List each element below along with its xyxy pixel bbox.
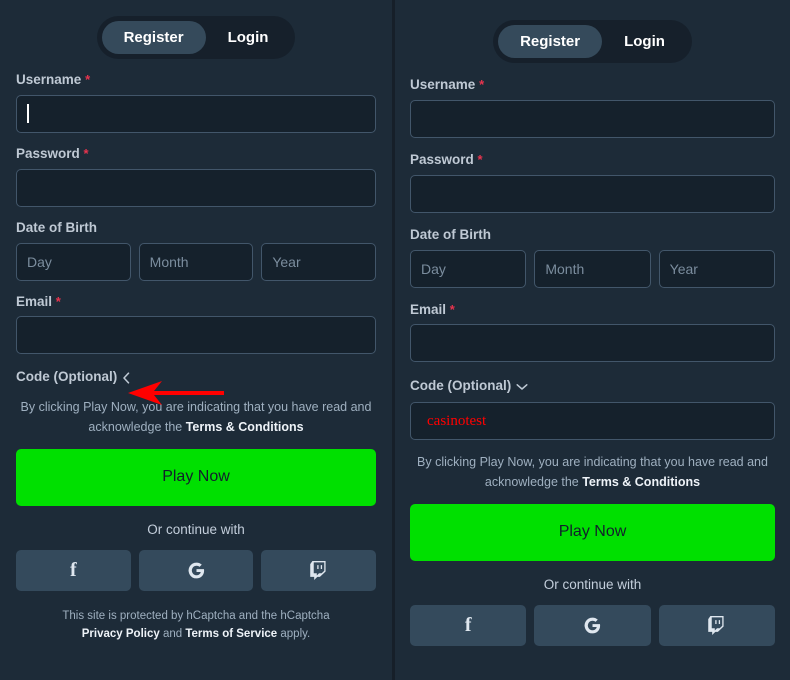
- register-panel-collapsed: Register Login Username * Password * Dat…: [0, 0, 392, 680]
- password-input[interactable]: [16, 168, 376, 207]
- dob-label: Date of Birth: [410, 226, 491, 242]
- dob-day-placeholder: Day: [27, 253, 52, 270]
- dob-month-input[interactable]: Month: [534, 249, 651, 288]
- password-field-group: Password *: [16, 145, 376, 207]
- dob-day-input[interactable]: Day: [16, 242, 131, 281]
- continue-with-label: Or continue with: [147, 521, 245, 537]
- social-login-row: f: [410, 604, 775, 646]
- username-field-group: Username *: [410, 77, 775, 138]
- tab-switcher-container: Register Login: [16, 0, 376, 59]
- dob-day-placeholder: Day: [421, 260, 446, 277]
- terms-disclaimer: By clicking Play Now, you are indicating…: [16, 398, 376, 437]
- tab-login[interactable]: Login: [602, 25, 687, 58]
- twitch-icon: [309, 560, 328, 580]
- password-label: Password *: [16, 145, 89, 161]
- tab-switcher: Register Login: [493, 20, 692, 63]
- dob-row: Day Month Year: [16, 242, 377, 281]
- required-asterisk: *: [477, 151, 483, 167]
- code-input-wrapper: casinotest: [410, 402, 775, 441]
- terms-conditions-link[interactable]: Terms & Conditions: [582, 475, 700, 489]
- email-label: Email *: [410, 301, 455, 317]
- username-label: Username *: [16, 72, 91, 87]
- password-field-group: Password *: [410, 151, 775, 213]
- terms-line-1: By clicking Play Now, you are indicating…: [20, 400, 372, 415]
- play-now-button[interactable]: Play Now: [16, 448, 376, 506]
- dob-month-placeholder: Month: [149, 253, 189, 270]
- privacy-policy-link[interactable]: Privacy Policy: [82, 628, 160, 640]
- email-field-group: Email *: [410, 301, 775, 363]
- required-asterisk: *: [479, 77, 485, 92]
- terms-disclaimer: By clicking Play Now, you are indicating…: [410, 453, 775, 492]
- tab-register[interactable]: Register: [498, 25, 603, 58]
- dob-year-placeholder: Year: [669, 260, 698, 277]
- tab-switcher: Register Login: [96, 16, 296, 59]
- google-icon: [187, 561, 206, 580]
- username-input[interactable]: [16, 94, 376, 133]
- dob-year-input[interactable]: Year: [658, 249, 775, 288]
- play-now-button[interactable]: Play Now: [410, 503, 775, 561]
- code-input[interactable]: casinotest: [410, 402, 775, 441]
- twitch-login-button[interactable]: [261, 549, 377, 591]
- required-asterisk: *: [55, 293, 61, 309]
- required-asterisk: *: [449, 301, 455, 317]
- google-icon: [583, 616, 602, 635]
- facebook-login-button[interactable]: f: [410, 604, 527, 646]
- dob-label: Date of Birth: [16, 219, 97, 235]
- terms-line-2-prefix: acknowledge the: [88, 419, 186, 434]
- username-field-group: Username *: [16, 72, 376, 133]
- username-input[interactable]: [410, 99, 775, 138]
- dob-year-placeholder: Year: [272, 253, 301, 270]
- google-login-button[interactable]: [534, 604, 651, 646]
- username-label: Username *: [410, 77, 485, 92]
- dob-field-group: Date of Birth Day Month Year: [410, 226, 775, 288]
- captcha-and: and: [159, 628, 186, 641]
- social-login-row: f: [16, 549, 377, 591]
- register-panel-expanded: Register Login Username * Password * Dat…: [395, 0, 790, 680]
- tab-login[interactable]: Login: [206, 21, 291, 54]
- captcha-suffix: apply.: [277, 628, 311, 641]
- email-field-group: Email *: [16, 293, 376, 355]
- password-label: Password *: [410, 151, 483, 167]
- terms-of-service-link[interactable]: Terms of Service: [185, 628, 277, 640]
- code-optional-label: Code (Optional): [16, 369, 118, 385]
- email-input[interactable]: [410, 324, 775, 363]
- dob-field-group: Date of Birth Day Month Year: [16, 219, 377, 281]
- google-login-button[interactable]: [138, 549, 254, 591]
- code-optional-toggle-expanded[interactable]: Code (Optional): [410, 379, 528, 394]
- comparison-stage: Register Login Username * Password * Dat…: [0, 0, 790, 680]
- chevron-down-icon: [516, 383, 528, 391]
- terms-line-1: By clicking Play Now, you are indicating…: [417, 455, 768, 470]
- text-caret: [27, 104, 29, 124]
- facebook-icon: f: [464, 614, 472, 637]
- dob-month-input[interactable]: Month: [138, 242, 254, 281]
- facebook-login-button[interactable]: f: [16, 549, 131, 591]
- twitch-icon: [708, 615, 726, 635]
- hcaptcha-footer: This site is protected by hCaptcha and t…: [16, 607, 376, 644]
- dob-day-input[interactable]: Day: [410, 249, 527, 288]
- dob-row: Day Month Year: [410, 249, 775, 288]
- continue-with-label: Or continue with: [543, 576, 642, 592]
- required-asterisk: *: [83, 145, 89, 161]
- tab-switcher-container: Register Login: [410, 0, 775, 63]
- twitch-login-button[interactable]: [658, 604, 775, 646]
- password-input[interactable]: [410, 174, 775, 213]
- captcha-line-1: This site is protected by hCaptcha and t…: [62, 609, 330, 622]
- required-asterisk: *: [85, 72, 91, 87]
- tab-register[interactable]: Register: [101, 21, 206, 54]
- terms-line-2-prefix: acknowledge the: [484, 474, 583, 489]
- dob-month-placeholder: Month: [545, 260, 585, 277]
- code-input-value: casinotest: [427, 412, 487, 429]
- dob-year-input[interactable]: Year: [261, 242, 377, 281]
- code-optional-toggle-collapsed[interactable]: Code (Optional): [16, 370, 130, 385]
- chevron-left-icon: [122, 372, 130, 384]
- terms-conditions-link[interactable]: Terms & Conditions: [186, 420, 304, 434]
- facebook-icon: f: [70, 559, 77, 582]
- email-label: Email *: [16, 293, 61, 309]
- code-optional-label: Code (Optional): [410, 378, 512, 394]
- email-input[interactable]: [16, 316, 376, 355]
